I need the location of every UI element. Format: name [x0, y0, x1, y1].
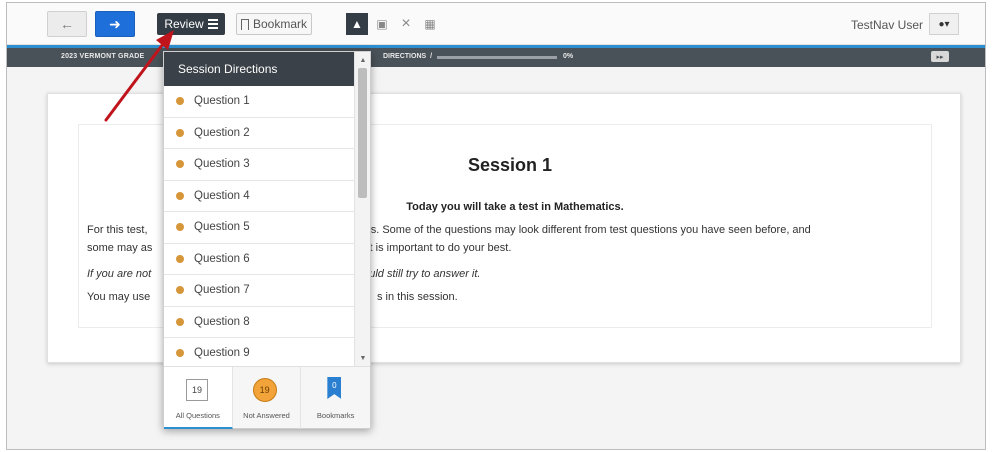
user-name: TestNav User	[850, 18, 923, 32]
question-list-item[interactable]: Question 2	[164, 118, 354, 149]
arrow-left-icon: ←	[60, 16, 74, 32]
scroll-up-icon[interactable]: ▲	[355, 54, 371, 66]
tab-all-questions[interactable]: 19 All Questions	[164, 367, 233, 429]
not-answered-dot-icon	[176, 349, 184, 358]
bookmark-button[interactable]: Bookmark	[236, 13, 312, 35]
not-answered-count: 19	[252, 378, 277, 402]
directions-paragraph-3: You may use s in this session.	[87, 291, 458, 303]
section-name: DIRECTIONS /	[383, 53, 433, 60]
review-button[interactable]: Review	[157, 13, 225, 35]
not-answered-dot-icon	[176, 317, 184, 326]
review-filter-tabs: 19 All Questions 19 Not Answered 0 Bookm…	[164, 366, 370, 429]
tab-not-answered[interactable]: 19 Not Answered	[233, 367, 302, 429]
test-name: 2023 VERMONT GRADE	[61, 53, 145, 60]
answer-masking-icon: ▣	[376, 17, 388, 31]
question-list: Question 1 Question 2 Question 3 Questio…	[164, 86, 354, 370]
user-menu-button[interactable]: ●▾	[929, 13, 959, 35]
question-list-item[interactable]: Question 5	[164, 212, 354, 244]
progress-percent: 0%	[563, 53, 574, 60]
question-list-item[interactable]: Question 3	[164, 149, 354, 181]
eliminate-icon: ×	[401, 15, 411, 32]
all-questions-count: 19	[186, 379, 208, 401]
scroll-thumb[interactable]	[358, 68, 367, 198]
top-toolbar: ← ➜ Review Bookmark ▲ ▣ × ▦ TestNav User…	[7, 3, 985, 45]
not-answered-dot-icon	[176, 286, 184, 295]
tab-label: Not Answered	[243, 411, 290, 420]
bookmark-label: Bookmark	[252, 17, 308, 31]
answer-masking-tool-button[interactable]: ▣	[371, 13, 393, 35]
tab-bookmarks[interactable]: 0 Bookmarks	[301, 367, 370, 429]
back-button[interactable]: ←	[47, 11, 87, 37]
arrow-right-icon: ➜	[109, 15, 121, 32]
eliminate-tool-button[interactable]: ×	[395, 13, 417, 35]
next-button[interactable]: ➜	[95, 11, 135, 37]
bookmarks-count: 0	[327, 377, 342, 399]
not-answered-dot-icon	[176, 254, 184, 263]
question-list-item[interactable]: Question 4	[164, 181, 354, 212]
review-label: Review	[164, 17, 204, 31]
session-directions-item[interactable]: Session Directions	[164, 52, 354, 86]
question-list-scrollbar[interactable]: ▲ ▼	[354, 52, 370, 366]
screen-size-icon[interactable]: ▸▸	[931, 51, 949, 62]
pointer-tool-button[interactable]: ▲	[346, 13, 368, 35]
directions-paragraph-2: If you are not hould still try to answer …	[87, 268, 481, 280]
tab-label: All Questions	[175, 411, 220, 420]
review-dropdown-panel: Session Directions Question 1 Question 2…	[163, 51, 371, 429]
pointer-icon: ▲	[351, 17, 363, 31]
question-list-item[interactable]: Question 1	[164, 86, 354, 118]
test-info-bar: 2023 VERMONT GRADE DIRECTIONS / 0% ▸▸	[7, 45, 985, 67]
tab-label: Bookmarks	[316, 411, 355, 420]
bookmark-icon	[240, 18, 249, 30]
not-answered-dot-icon	[176, 160, 184, 169]
user-icon: ●▾	[938, 18, 950, 30]
not-answered-dot-icon	[176, 191, 184, 200]
not-answered-dot-icon	[176, 128, 184, 137]
notepad-tool-button[interactable]: ▦	[419, 13, 441, 35]
scroll-down-icon[interactable]: ▼	[355, 352, 371, 364]
notepad-icon: ▦	[424, 17, 436, 31]
progress-bar	[437, 56, 557, 59]
testnav-window: ← ➜ Review Bookmark ▲ ▣ × ▦ TestNav User…	[6, 2, 986, 450]
question-list-item[interactable]: Question 6	[164, 244, 354, 275]
question-list-item[interactable]: Question 9	[164, 338, 354, 370]
not-answered-dot-icon	[176, 223, 184, 232]
not-answered-dot-icon	[176, 97, 184, 106]
list-icon	[207, 17, 218, 31]
question-list-item[interactable]: Question 7	[164, 275, 354, 307]
question-list-item[interactable]: Question 8	[164, 307, 354, 338]
